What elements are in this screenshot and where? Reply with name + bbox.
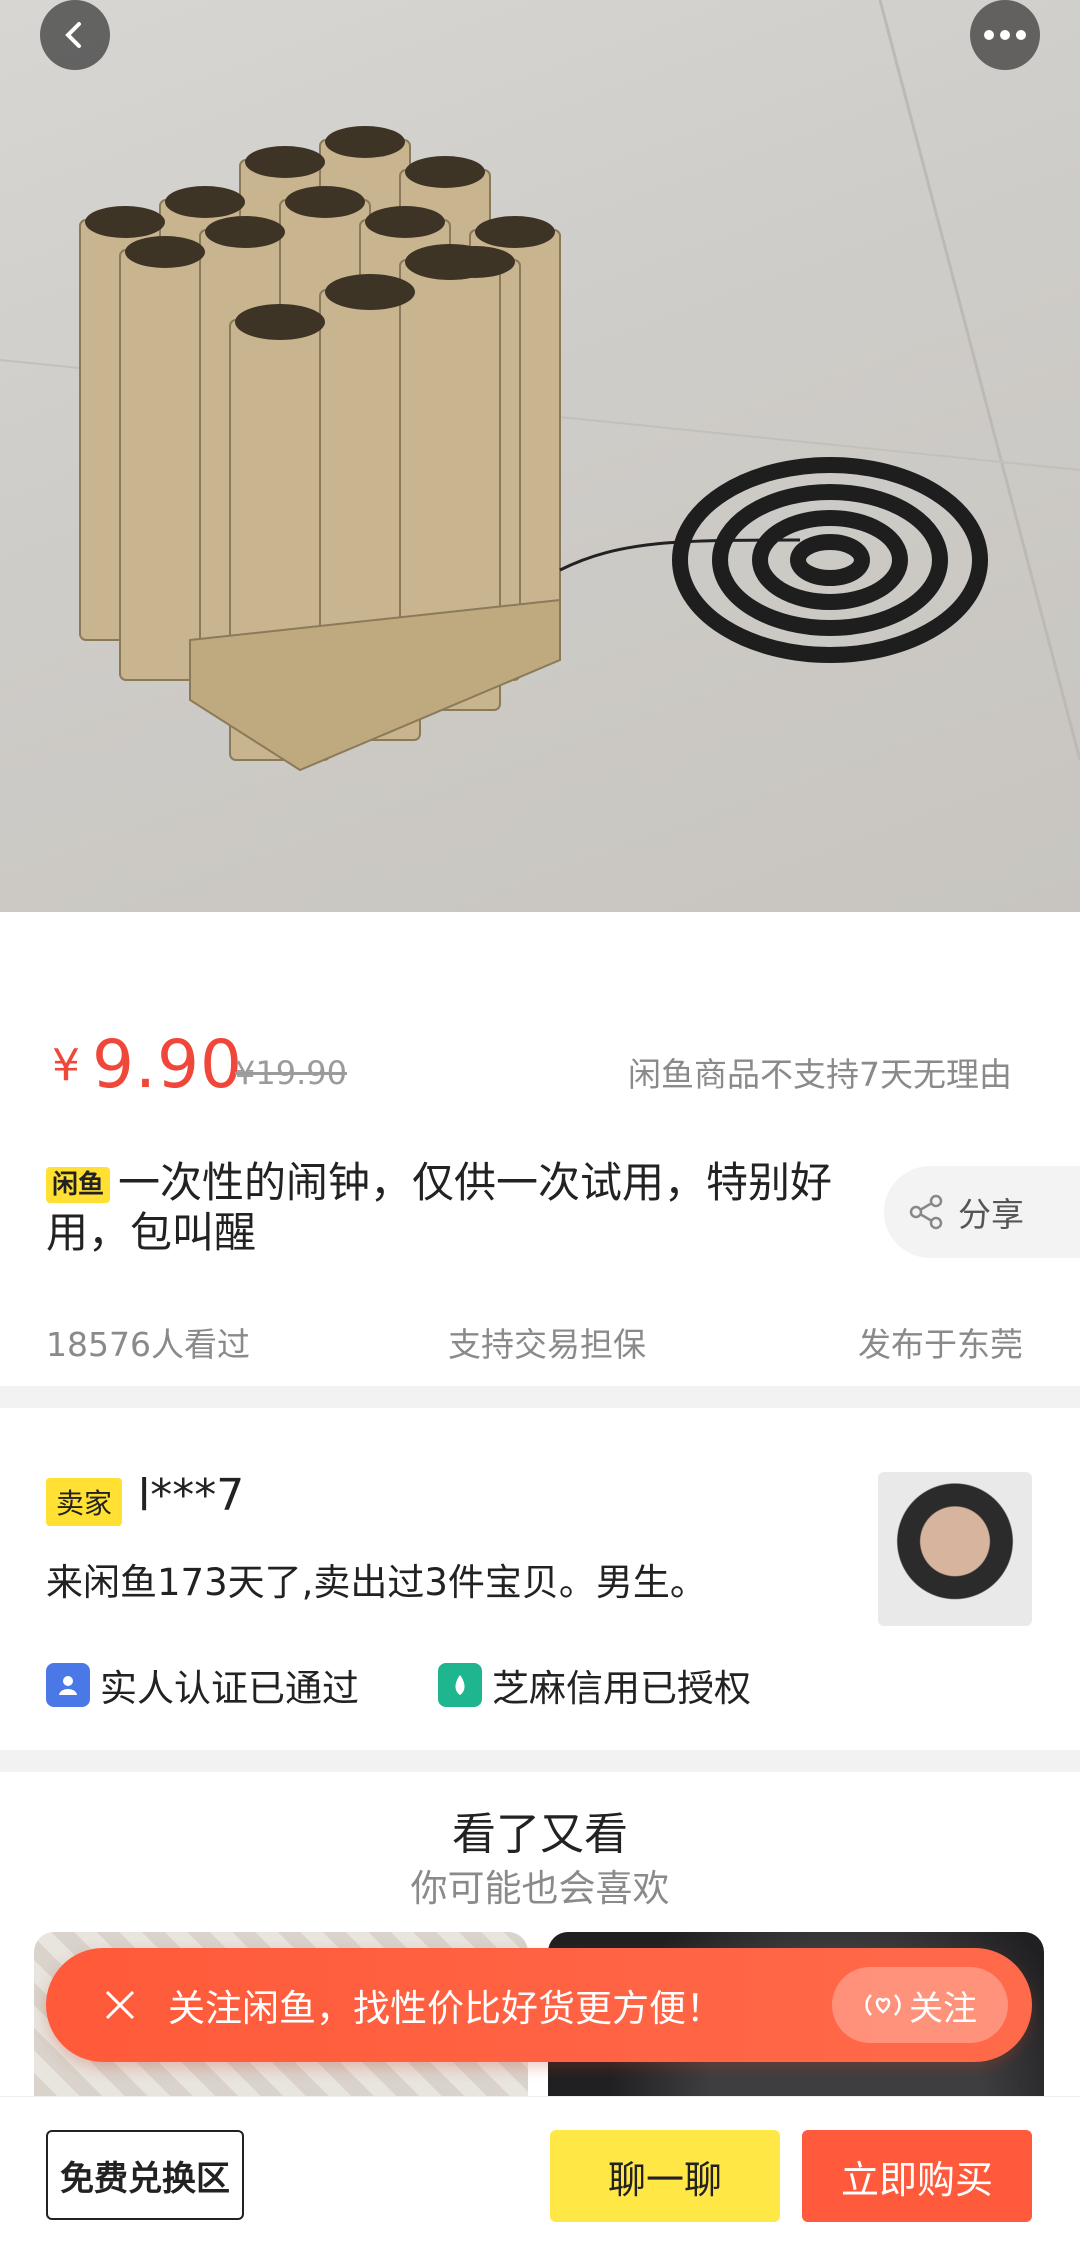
follow-banner: 关注闲鱼，找性价比好货更方便！ 关注 (46, 1948, 1032, 2062)
broadcast-heart-icon (865, 1994, 901, 2016)
follow-banner-text: 关注闲鱼，找性价比好货更方便！ (168, 1987, 723, 2030)
divider (0, 1750, 1080, 1772)
chevron-left-icon (65, 22, 81, 48)
share-label: 分享 (958, 1195, 1024, 1234)
product-title: 闲鱼 一次性的闹钟，仅供一次试用，特别好用，包叫醒 (46, 1158, 876, 1258)
price-currency: ¥ (52, 1040, 80, 1091)
back-button[interactable] (40, 0, 110, 70)
divider (0, 1386, 1080, 1408)
return-policy: 闲鱼商品不支持7天无理由 (628, 1055, 1012, 1094)
real-name-verified: 实人认证已通过 (46, 1658, 359, 1712)
close-button[interactable] (90, 1975, 150, 2035)
real-name-verified-label: 实人认证已通过 (100, 1667, 359, 1710)
free-exchange-button[interactable]: 免费兑换区 (46, 2130, 244, 2220)
zhima-credit-label: 芝麻信用已授权 (492, 1667, 751, 1710)
follow-button-label: 关注 (909, 1988, 977, 2029)
view-count: 18576人看过 (46, 1325, 250, 1364)
seller-tag: 卖家 (46, 1478, 123, 1526)
recommend-title: 看了又看 (452, 1809, 628, 1860)
recommend-subtitle: 你可能也会喜欢 (410, 1867, 670, 1910)
share-button[interactable]: 分享 (884, 1166, 1080, 1258)
product-photo-illustration (0, 0, 1080, 772)
trade-guarantee: 支持交易担保 (448, 1325, 646, 1364)
close-icon (105, 1990, 135, 2020)
original-price: ¥19.90 (235, 1054, 347, 1092)
chat-button[interactable]: 聊一聊 (550, 2130, 780, 2222)
xianyu-tag: 闲鱼 (46, 1167, 111, 1203)
seller-description: 来闲鱼173天了,卖出过3件宝贝。男生。 (46, 1561, 707, 1604)
buy-now-button[interactable]: 立即购买 (802, 2130, 1032, 2222)
share-icon (909, 1194, 943, 1230)
price: 9.90 (92, 1026, 243, 1103)
more-button[interactable] (970, 0, 1040, 70)
publish-location: 发布于东莞 (858, 1325, 1023, 1364)
person-badge-icon (46, 1663, 90, 1707)
seller-name[interactable]: l***7 (138, 1470, 244, 1521)
seller-avatar[interactable] (878, 1472, 1032, 1626)
product-title-text: 一次性的闹钟，仅供一次试用，特别好用，包叫醒 (46, 1158, 833, 1257)
follow-button[interactable]: 关注 (832, 1967, 1008, 2043)
more-dots-icon (984, 30, 1026, 40)
zhima-credit-authorized: 芝麻信用已授权 (438, 1658, 751, 1712)
zhima-credit-icon (438, 1663, 482, 1707)
product-image[interactable] (0, 0, 1080, 912)
